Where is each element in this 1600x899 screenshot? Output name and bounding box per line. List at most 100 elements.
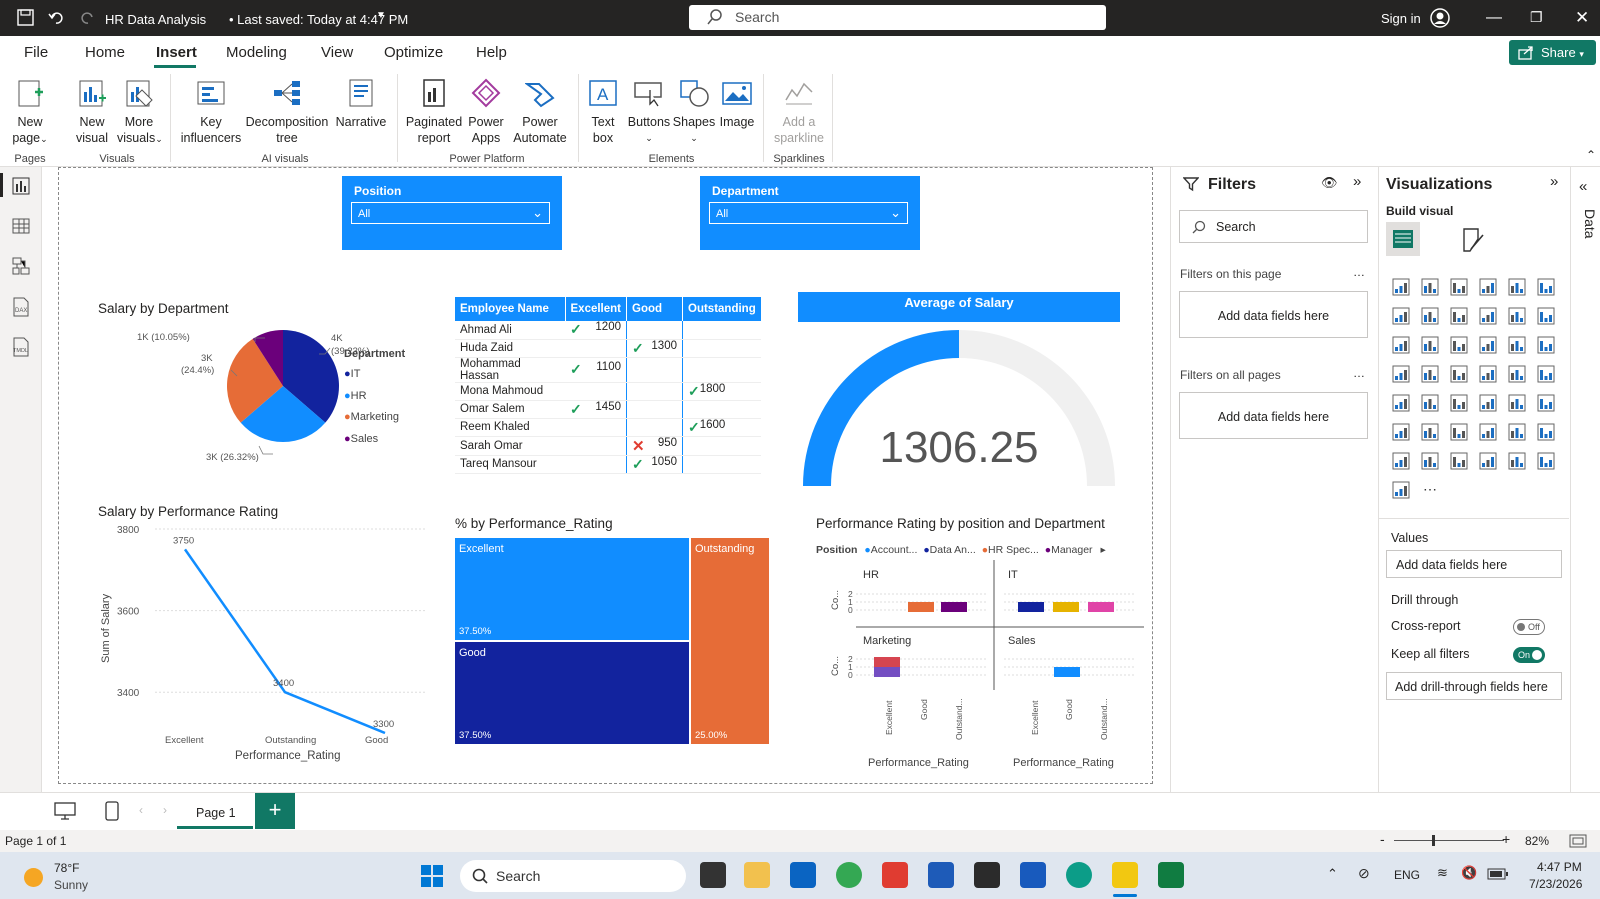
shapes-button[interactable]: Shapes ⌄ — [672, 78, 716, 146]
funnel-visual-icon[interactable] — [1449, 335, 1469, 355]
add-page-button[interactable]: + — [255, 793, 295, 829]
drill-through-drop-zone[interactable]: Add drill-through fields here — [1386, 672, 1562, 700]
area-visual-icon[interactable] — [1420, 306, 1440, 326]
close-icon[interactable]: ✕ — [1575, 8, 1589, 28]
dax-query-icon[interactable]: DAX — [11, 297, 31, 317]
clustered-column-visual-icon[interactable] — [1478, 277, 1498, 297]
legend-item-marketing[interactable]: ●Marketing — [344, 407, 399, 429]
language-indicator[interactable]: ENG — [1394, 868, 1420, 882]
stacked-bar-visual-icon[interactable] — [1391, 277, 1411, 297]
build-visual-tab[interactable] — [1386, 222, 1420, 256]
treemap-cell-outstanding[interactable]: Outstanding 25.00% — [691, 538, 769, 744]
zoom-out-icon[interactable]: - — [1380, 831, 1385, 847]
bar-sales-good[interactable] — [1054, 667, 1080, 677]
model-view-icon[interactable] — [12, 257, 30, 275]
task-view-icon[interactable] — [700, 862, 726, 888]
bar-marketing-excellent-bottom[interactable] — [874, 667, 900, 677]
narrative-visual-icon[interactable] — [1391, 480, 1411, 500]
legend-next-icon[interactable]: ▸ — [1100, 544, 1105, 556]
power-automate-visual-icon[interactable] — [1449, 451, 1469, 471]
windows-start-icon[interactable] — [420, 864, 444, 888]
maximize-icon[interactable]: ❐ — [1530, 9, 1543, 26]
bar-it-excellent[interactable] — [1018, 602, 1044, 612]
key-influencers-visual-icon[interactable] — [1420, 422, 1440, 442]
waterfall-visual-icon[interactable] — [1420, 335, 1440, 355]
word-icon[interactable] — [1020, 862, 1046, 888]
line-visual-icon[interactable] — [1391, 306, 1411, 326]
more-options-icon[interactable]: … — [1353, 265, 1365, 279]
salary-line-series[interactable] — [183, 548, 386, 735]
card-visual-icon[interactable] — [1391, 393, 1411, 413]
table-row[interactable]: Reem Khaled ✓ 1600 — [455, 418, 762, 437]
position-dropdown[interactable]: All ⌄ — [351, 202, 550, 224]
sun-weather-icon[interactable] — [24, 868, 43, 887]
security-app-icon[interactable] — [928, 862, 954, 888]
stacked-area-visual-icon[interactable] — [1449, 306, 1469, 326]
desktop-layout-icon[interactable] — [54, 802, 76, 820]
excel-icon[interactable] — [1158, 862, 1184, 888]
sign-in-link[interactable]: Sign in — [1381, 11, 1421, 26]
menu-optimize[interactable]: Optimize — [384, 44, 443, 61]
treemap-cell-good[interactable]: Good 37.50% — [455, 642, 689, 744]
avatar-icon[interactable] — [1430, 8, 1450, 28]
report-view-icon[interactable] — [12, 177, 30, 195]
bar-it-good[interactable] — [1053, 602, 1079, 612]
new-page-button[interactable]: New page⌄ — [8, 78, 52, 147]
col-outstanding[interactable]: Outstanding — [682, 297, 762, 321]
python-visual-visual-icon[interactable] — [1391, 422, 1411, 442]
expand-data-icon[interactable]: « — [1579, 178, 1587, 195]
employee-matrix[interactable]: Employee Name Excellent Good Outstanding… — [455, 297, 762, 474]
table-row[interactable]: Mohammad Hassan ✓ 1100 — [455, 357, 762, 383]
smart-narrative-visual-icon[interactable] — [1507, 422, 1527, 442]
collapse-ribbon-icon[interactable]: ⌃ — [1586, 148, 1596, 162]
key-influencers-button[interactable]: Key influencers — [180, 78, 242, 146]
power-apps-button[interactable]: Power Apps — [466, 78, 506, 146]
bar-it-outstanding[interactable] — [1088, 602, 1114, 612]
col-employee-name[interactable]: Employee Name — [455, 297, 566, 321]
paginated-report-button[interactable]: Paginated report — [404, 78, 464, 146]
next-page-icon[interactable]: › — [163, 803, 167, 817]
image-visual-icon[interactable] — [1478, 451, 1498, 471]
anydesk-icon[interactable] — [882, 862, 908, 888]
table-row[interactable]: Ahmad Ali ✓ 1200 — [455, 321, 762, 340]
menu-home[interactable]: Home — [85, 44, 125, 61]
decomposition-tree-button[interactable]: Decomposition tree — [245, 78, 329, 146]
all-pages-filters-drop-zone[interactable]: Add data fields here — [1179, 392, 1368, 439]
share-button[interactable]: Share ▾ — [1509, 40, 1596, 65]
donut-visual-icon[interactable] — [1536, 335, 1556, 355]
buttons-button[interactable]: Buttons ⌄ — [626, 78, 672, 146]
treemap-visual-icon[interactable] — [1391, 364, 1411, 384]
zoom-slider-thumb[interactable] — [1432, 835, 1435, 846]
text-box-button[interactable]: A Text box — [585, 78, 621, 146]
values-drop-zone[interactable]: Add data fields here — [1386, 550, 1562, 578]
prev-page-icon[interactable]: ‹ — [139, 803, 143, 817]
table-row[interactable]: Huda Zaid ✓ 1300 — [455, 339, 762, 358]
matrix-visual-icon[interactable] — [1507, 393, 1527, 413]
line-clustered-visual-icon[interactable] — [1536, 306, 1556, 326]
tray-expand-icon[interactable]: ⌃ — [1327, 866, 1338, 882]
legend-item-sales[interactable]: ●Sales — [344, 429, 399, 451]
wifi-icon[interactable]: ≋ — [1437, 865, 1448, 881]
eye-icon[interactable]: 👁 — [1321, 175, 1338, 191]
menu-view[interactable]: View — [321, 44, 353, 61]
power-automate-button[interactable]: Power Automate — [510, 78, 570, 146]
col-excellent[interactable]: Excellent — [565, 297, 627, 321]
battery-icon[interactable] — [1487, 868, 1509, 880]
menu-modeling[interactable]: Modeling — [226, 44, 287, 61]
legend-item-it[interactable]: ●IT — [344, 364, 399, 386]
file-explorer-icon[interactable] — [744, 862, 770, 888]
bar-hr-outstanding-manager[interactable] — [941, 602, 967, 612]
qa-visual-icon[interactable] — [1478, 422, 1498, 442]
save-icon[interactable] — [17, 9, 34, 26]
stacked-column-visual-icon[interactable] — [1420, 277, 1440, 297]
outlook-icon[interactable] — [790, 862, 816, 888]
keep-all-filters-toggle[interactable]: On — [1513, 647, 1545, 663]
filled-map-visual-icon[interactable] — [1449, 364, 1469, 384]
100-bar-visual-icon[interactable] — [1507, 277, 1527, 297]
power-bi-icon[interactable] — [1112, 862, 1138, 888]
table-row[interactable]: Sarah Omar ✕ 950 — [455, 436, 762, 456]
custom-visual-icon[interactable] — [1507, 451, 1527, 471]
legend-item-hr[interactable]: ●HR — [344, 386, 399, 408]
undo-icon[interactable] — [48, 9, 65, 26]
page-tab-page1[interactable]: Page 1 — [177, 793, 253, 829]
